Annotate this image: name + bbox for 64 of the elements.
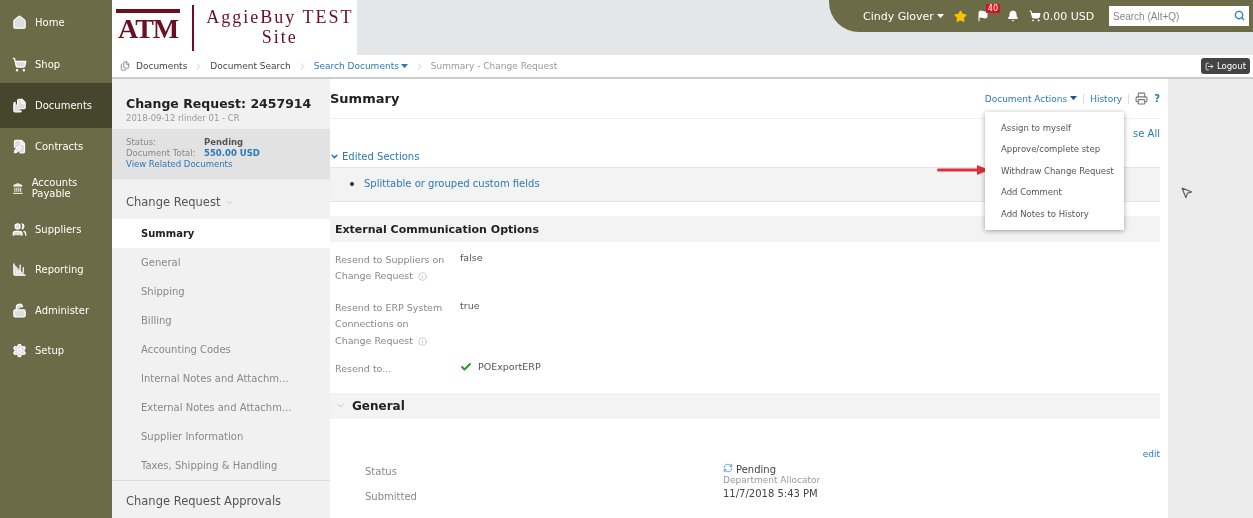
breadcrumb-link[interactable]: Documents <box>136 61 188 71</box>
field-value: Pending <box>723 463 776 475</box>
field-label: Submitted <box>365 489 418 504</box>
status-label: Status: <box>126 137 157 147</box>
field-value: POExportERP <box>460 360 1155 377</box>
action-link[interactable]: Document Actions <box>984 93 1085 104</box>
section-heading: Change Request <box>126 195 221 210</box>
field-label: Resend to Suppliers on Change Request <box>335 253 445 284</box>
menu-item[interactable]: Add Notes to History <box>985 203 1124 225</box>
cart-link[interactable]: 0.00 USD <box>1028 9 1095 23</box>
section-nav-item[interactable]: Summary <box>112 219 330 249</box>
menu-item[interactable]: Approve/complete step <box>985 138 1124 160</box>
edited-sections-toggle[interactable]: Edited Sections <box>330 149 420 163</box>
section-nav-item[interactable]: Shipping <box>112 277 330 307</box>
nav-item[interactable]: Setup <box>0 330 112 370</box>
field-value: 11/7/2018 5:43 PM <box>723 487 818 499</box>
action-link[interactable]: History <box>1090 93 1130 104</box>
menu-item[interactable]: Assign to myself <box>985 117 1124 139</box>
page-title: Summary <box>330 91 400 106</box>
section-nav-item[interactable]: External Notes and Attachm... <box>112 393 330 423</box>
total-value: 550.00 USD <box>204 148 261 158</box>
section-title: General <box>352 398 405 413</box>
related-documents-link[interactable]: View Related Documents <box>126 159 233 171</box>
section-nav-item[interactable]: Billing <box>112 306 330 336</box>
field-label: Resend to... <box>335 361 393 376</box>
count-badge: 40 <box>985 4 1000 13</box>
site-title: AggieBuy TEST <box>206 7 354 28</box>
field-subtext: Department Allocator <box>723 474 822 485</box>
nav-item[interactable]: Contracts <box>0 128 112 165</box>
menu-item[interactable]: Add Comment <box>985 181 1124 203</box>
breadcrumb-link[interactable]: Search Documents <box>313 61 408 71</box>
nav-item[interactable]: Reporting <box>0 248 112 290</box>
section-title: External Communication Options <box>335 222 539 236</box>
user-menu[interactable]: Cindy Glover <box>863 9 944 23</box>
close-all-link[interactable]: se All <box>1133 128 1160 140</box>
field-value: false <box>460 252 484 265</box>
document-subtitle: 2018-09-12 rlinder 01 - CR <box>125 112 241 125</box>
document-title: Change Request: 2457914 <box>125 96 313 111</box>
logout-button[interactable]: Logout <box>1200 58 1250 74</box>
site-title: Site <box>261 27 299 48</box>
edit-link[interactable]: edit <box>1142 448 1160 459</box>
section-nav-item[interactable]: Supplier Information <box>112 422 330 452</box>
help-link[interactable]: ? <box>1154 93 1160 104</box>
section-nav-item[interactable]: General <box>112 248 330 278</box>
logo: ATM <box>116 8 181 47</box>
nav-item[interactable]: Accounts Payable <box>0 165 112 211</box>
breadcrumb-link[interactable]: Document Search <box>210 61 291 71</box>
menu-item[interactable]: Withdraw Change Request <box>985 160 1124 182</box>
nav-item[interactable]: Documents <box>0 83 112 128</box>
edited-section-link[interactable]: Splittable or grouped custom fields <box>364 178 540 189</box>
section-nav-item[interactable]: Internal Notes and Attachm... <box>112 364 330 394</box>
section-nav-item[interactable]: Accounting Codes <box>112 335 330 365</box>
search-field[interactable]: Search (Alt+Q) <box>1109 6 1249 26</box>
field-value: true <box>460 300 481 314</box>
nav-item[interactable]: Shop <box>0 45 112 83</box>
total-label: Document Total: <box>126 148 197 158</box>
section-heading: Change Request Approvals <box>126 494 282 509</box>
status-value: Pending <box>204 137 245 147</box>
nav-item[interactable]: Suppliers <box>0 211 112 248</box>
field-label: Status <box>365 464 398 479</box>
nav-item[interactable]: Home <box>0 0 112 45</box>
field-label: Resend to ERP System Connections on Change Request <box>335 301 444 348</box>
nav-item[interactable]: Administer <box>0 290 112 330</box>
section-nav-item[interactable]: Taxes, Shipping & Handling <box>112 451 330 481</box>
